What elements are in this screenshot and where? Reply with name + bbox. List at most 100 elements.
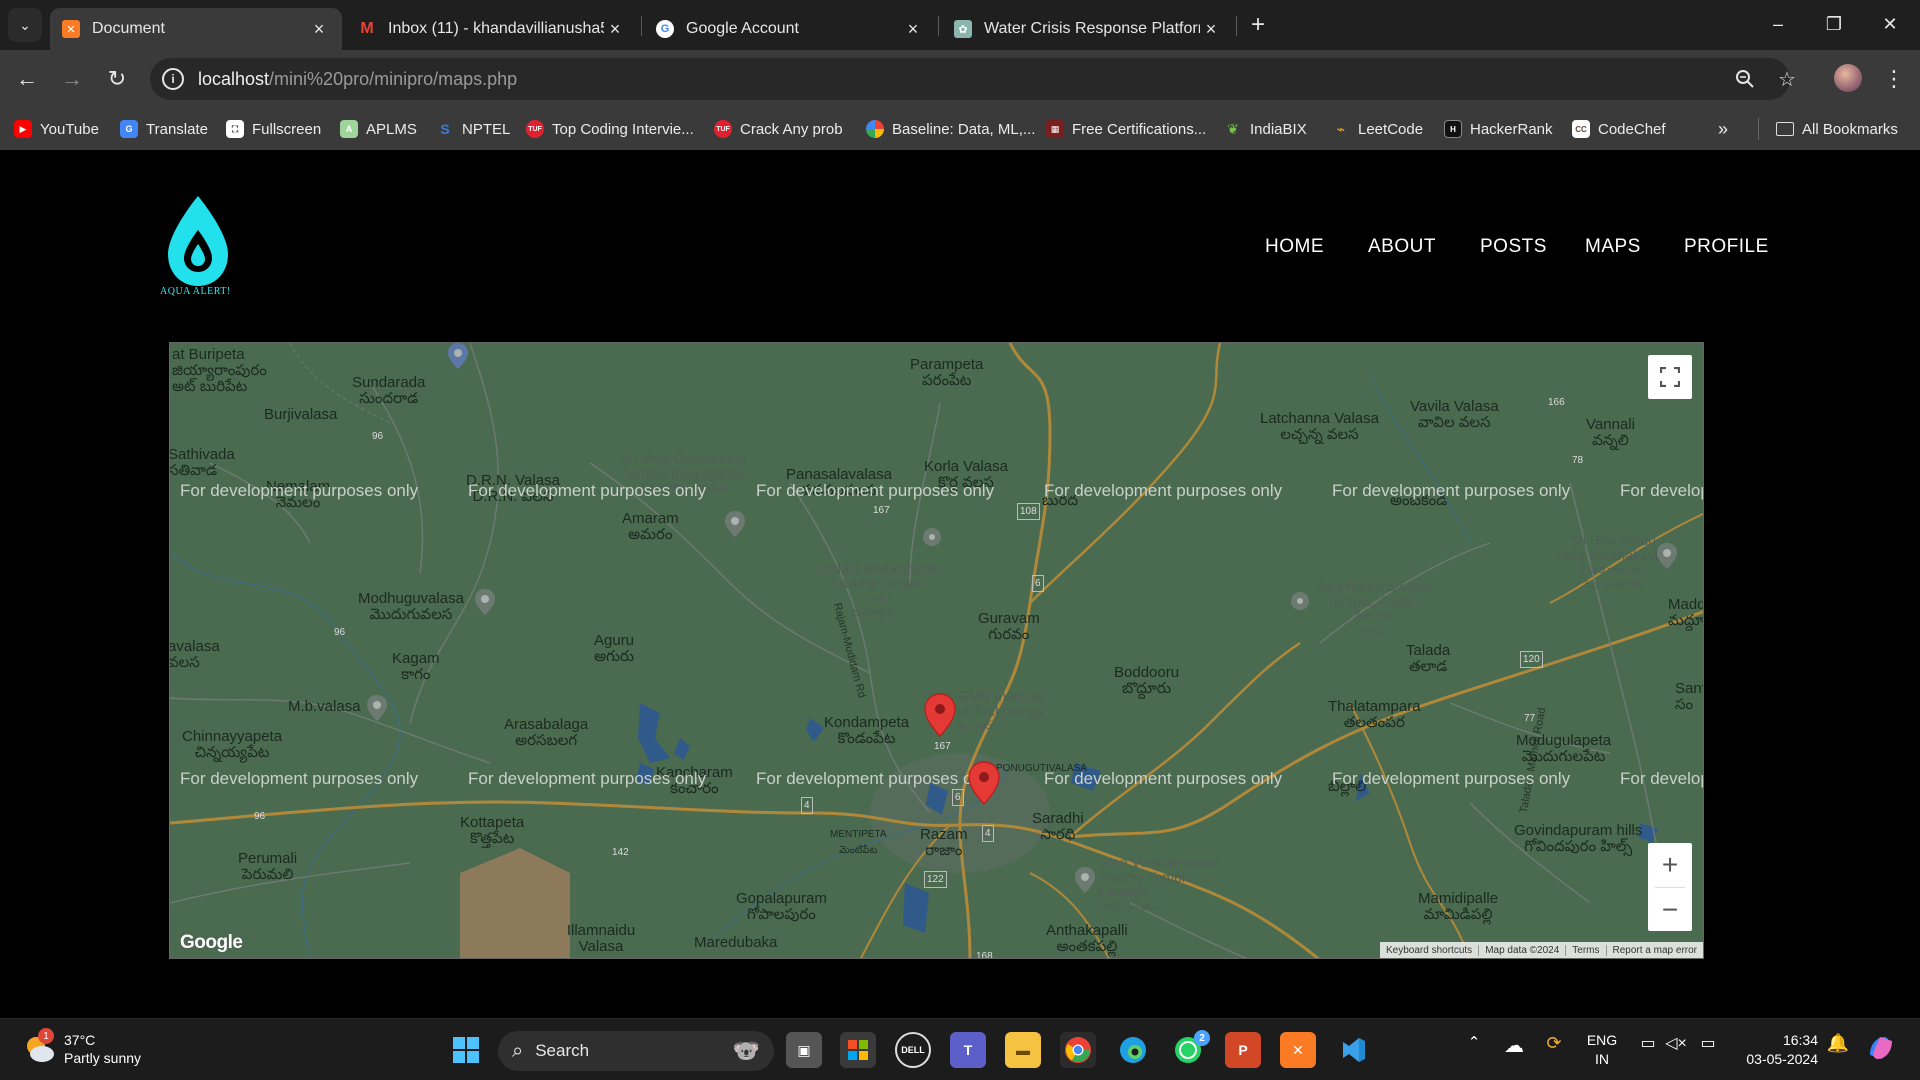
report-error-link[interactable]: Report a map error xyxy=(1605,944,1703,956)
notification-bell-icon[interactable]: 🔔 xyxy=(1826,1033,1850,1054)
back-arrow-icon[interactable]: ← xyxy=(10,62,44,96)
teams-icon[interactable]: T xyxy=(950,1032,986,1068)
tab-close-icon[interactable]: × xyxy=(308,19,330,40)
place-of-worship-icon[interactable] xyxy=(1656,543,1678,569)
terms-link[interactable]: Terms xyxy=(1565,944,1605,956)
bookmark-free-certifications[interactable]: ▦ Free Certifications... xyxy=(1046,118,1206,140)
reload-icon[interactable]: ↻ xyxy=(100,62,134,96)
google-map[interactable]: 96 96 96 167 108 6 167 6 4 4 142 122 168… xyxy=(169,342,1704,959)
address-bar[interactable]: i localhost/mini%20pro/minipro/maps.php … xyxy=(150,58,1796,100)
location-pin-icon[interactable] xyxy=(366,695,388,721)
temple-icon[interactable] xyxy=(922,527,942,547)
minimize-icon[interactable]: – xyxy=(1758,8,1798,40)
nav-profile-link[interactable]: PROFILE xyxy=(1684,236,1769,258)
profile-avatar[interactable] xyxy=(1834,64,1862,92)
location-pin-icon[interactable] xyxy=(447,343,469,369)
mute-volume-icon[interactable]: ◁× xyxy=(1664,1033,1688,1053)
bookmark-top-coding[interactable]: TUF Top Coding Intervie... xyxy=(526,118,694,140)
all-bookmarks[interactable]: All Bookmarks xyxy=(1776,118,1898,140)
nav-posts-link[interactable]: POSTS xyxy=(1480,236,1547,258)
bookmark-label: CodeChef xyxy=(1598,120,1666,138)
map-place-label: Gopalapuram గోపాలపురం xyxy=(736,890,827,923)
more-bookmarks-icon[interactable]: » xyxy=(1718,118,1728,140)
zoom-out-icon[interactable]: − xyxy=(1648,888,1692,931)
tab-google-account[interactable]: G Google Account × xyxy=(644,8,936,50)
close-window-icon[interactable]: ✕ xyxy=(1870,8,1910,40)
task-view-icon[interactable]: ▣ xyxy=(786,1032,822,1068)
bookmark-baseline[interactable]: Baseline: Data, ML,... xyxy=(866,118,1035,140)
map-place-label: Kagam కాగం xyxy=(392,650,440,683)
forward-arrow-icon[interactable]: → xyxy=(55,62,89,96)
zoom-in-icon[interactable]: + xyxy=(1648,843,1692,887)
site-info-icon[interactable]: i xyxy=(162,68,184,90)
bookmark-aplms[interactable]: A APLMS xyxy=(340,118,417,140)
nav-about-link[interactable]: ABOUT xyxy=(1368,236,1436,258)
map-place-label: Vannali వన్నలి xyxy=(1586,416,1635,449)
road-shield: 6 xyxy=(952,789,964,806)
language-indicator[interactable]: ENG IN xyxy=(1580,1031,1624,1069)
road-shield: 120 xyxy=(1520,651,1543,668)
bookmark-hackerrank[interactable]: H HackerRank xyxy=(1444,118,1553,140)
google-logo[interactable]: Google xyxy=(180,932,243,954)
road-shield: 122 xyxy=(924,871,947,888)
weather-widget[interactable]: 1 37°C Partly sunny xyxy=(22,1028,141,1067)
bookmark-crack-any-prob[interactable]: TUF Crack Any prob xyxy=(714,118,843,140)
whatsapp-icon[interactable]: 2 xyxy=(1170,1030,1210,1068)
map-place-label: Madduruమద్దూరు xyxy=(1668,596,1704,629)
bookmark-nptel[interactable]: S NPTEL xyxy=(436,118,510,140)
xampp-icon[interactable]: ✕ xyxy=(1280,1032,1316,1068)
place-of-worship-icon[interactable] xyxy=(724,511,746,537)
water-drop-logo-icon[interactable] xyxy=(164,194,244,294)
file-explorer-icon[interactable]: ▬ xyxy=(1005,1032,1041,1068)
bookmark-label: Translate xyxy=(146,120,208,138)
bookmark-fullscreen[interactable]: ⛶ Fullscreen xyxy=(226,118,321,140)
map-marker-icon[interactable] xyxy=(924,693,956,737)
sync-icon[interactable]: ⟳ xyxy=(1540,1033,1568,1054)
taskbar-search[interactable]: ⌕ Search 🐨 xyxy=(498,1031,774,1071)
edge-icon[interactable] xyxy=(1115,1032,1151,1068)
copilot-icon[interactable] xyxy=(1864,1033,1898,1063)
dell-icon[interactable]: DELL xyxy=(895,1032,931,1068)
tab-document[interactable]: ✕ Document × xyxy=(50,8,342,50)
zoom-icon[interactable] xyxy=(1734,68,1756,90)
restore-icon[interactable]: ❐ xyxy=(1814,8,1854,40)
keyboard-shortcuts-link[interactable]: Keyboard shortcuts xyxy=(1380,945,1478,956)
tab-search-button[interactable]: ⌄ xyxy=(8,8,42,42)
new-tab-button[interactable]: + xyxy=(1244,10,1272,40)
youtube-icon: ▶ xyxy=(14,120,32,138)
clock[interactable]: 16:34 03-05-2024 xyxy=(1734,1031,1818,1069)
dev-watermark: For development purposes only xyxy=(180,769,419,788)
tab-inbox[interactable]: M Inbox (11) - khandavillianusha5 × xyxy=(346,8,638,50)
nav-maps-link[interactable]: MAPS xyxy=(1585,236,1641,258)
microsoft-store-icon[interactable] xyxy=(840,1032,876,1068)
tab-water-crisis[interactable]: ✿ Water Crisis Response Platform × xyxy=(942,8,1234,50)
windows-taskbar: 1 37°C Partly sunny ⌕ Search 🐨 ▣ DELL T … xyxy=(0,1018,1920,1080)
onedrive-cloud-icon[interactable]: ☁ xyxy=(1500,1033,1528,1058)
chrome-icon[interactable] xyxy=(1060,1032,1096,1068)
bookmark-leetcode[interactable]: ⌁ LeetCode xyxy=(1332,118,1423,140)
bookmark-indiabix[interactable]: ❦ IndiaBIX xyxy=(1224,118,1307,140)
map-marker-icon[interactable] xyxy=(968,761,1000,805)
place-of-worship-icon[interactable] xyxy=(474,589,496,615)
place-of-worship-icon[interactable] xyxy=(1074,867,1096,893)
map-place-label: Vavila Valasa వావిల వలస xyxy=(1410,398,1499,431)
windows-start-icon[interactable] xyxy=(448,1032,484,1068)
network-icon[interactable]: ▭ xyxy=(1636,1033,1660,1053)
tab-close-icon[interactable]: × xyxy=(604,19,626,40)
show-hidden-icons-icon[interactable]: ⌃ xyxy=(1460,1033,1488,1051)
powerpoint-icon[interactable]: P xyxy=(1225,1032,1261,1068)
bookmark-codechef[interactable]: CC CodeChef xyxy=(1572,118,1666,140)
bookmark-translate[interactable]: G Translate xyxy=(120,118,208,140)
tab-close-icon[interactable]: × xyxy=(1200,19,1222,40)
url-text[interactable]: localhost/mini%20pro/minipro/maps.php xyxy=(198,69,517,90)
temple-icon[interactable] xyxy=(1290,591,1310,611)
nav-home-link[interactable]: HOME xyxy=(1265,236,1324,258)
bookmark-youtube[interactable]: ▶ YouTube xyxy=(14,118,99,140)
vscode-icon[interactable] xyxy=(1335,1032,1371,1068)
menu-dots-icon[interactable]: ⋮ xyxy=(1880,62,1908,96)
battery-icon[interactable]: ▭ xyxy=(1694,1033,1722,1053)
fullscreen-button[interactable] xyxy=(1648,355,1692,399)
map-place-label: Anthakapalli అంతకపల్లి xyxy=(1046,922,1128,955)
tab-close-icon[interactable]: × xyxy=(902,19,924,40)
bookmark-star-icon[interactable]: ☆ xyxy=(1776,68,1798,91)
